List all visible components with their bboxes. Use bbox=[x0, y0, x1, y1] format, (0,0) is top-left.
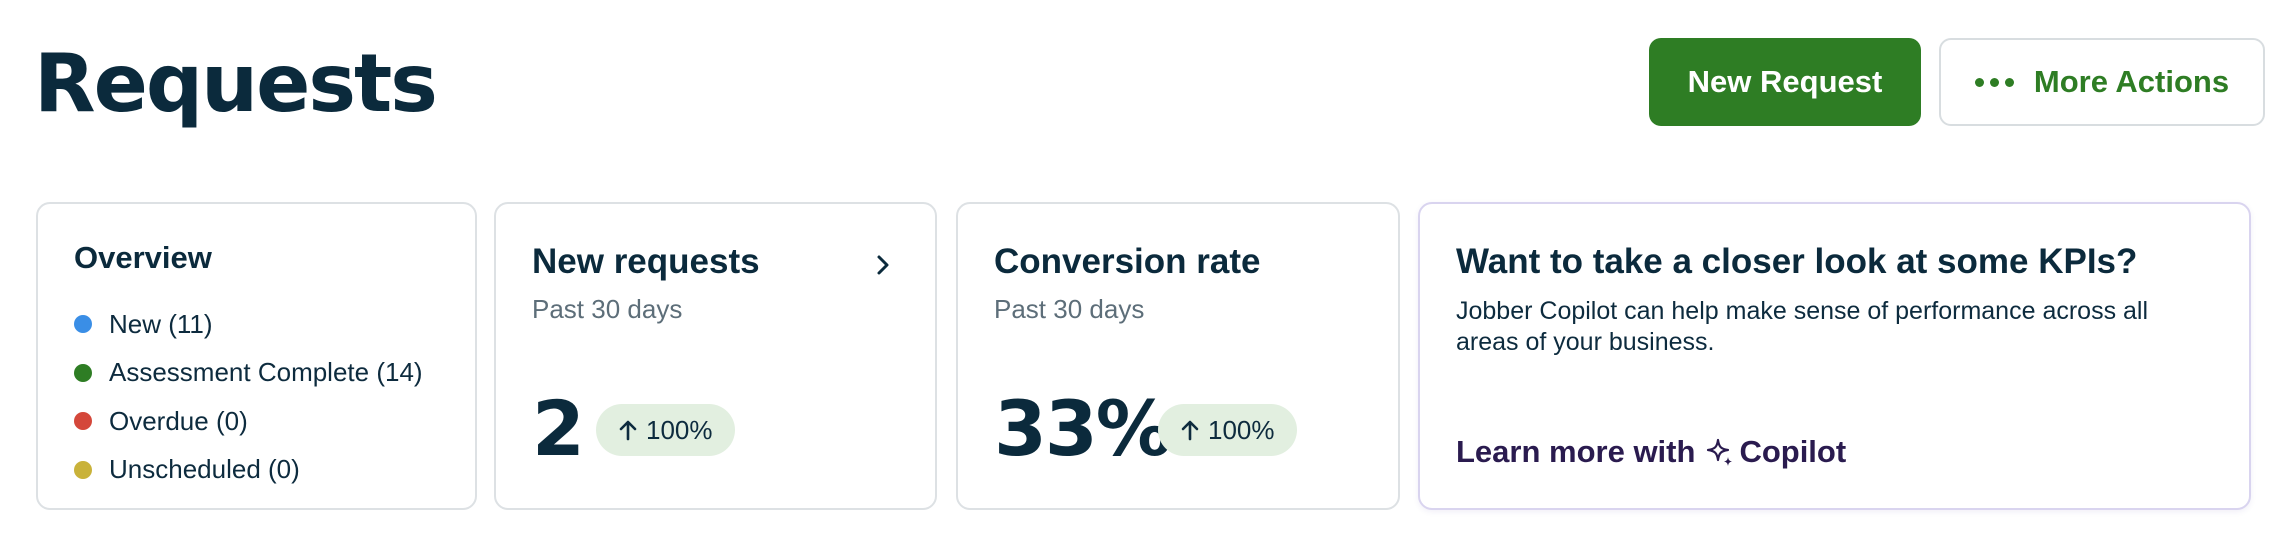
legend-item-new[interactable]: New (11) bbox=[74, 300, 423, 349]
conversion-rate-card: Conversion rate Past 30 days 33% 100% bbox=[956, 202, 1400, 510]
new-request-button[interactable]: New Request bbox=[1649, 38, 1921, 126]
status-dot-icon bbox=[74, 315, 92, 334]
trend-value: 100% bbox=[1208, 414, 1275, 445]
new-requests-title: New requests bbox=[532, 242, 760, 281]
trend-value: 100% bbox=[646, 414, 713, 445]
status-dot-icon bbox=[74, 363, 92, 382]
legend-label: New (11) bbox=[109, 308, 213, 339]
new-requests-value: 2 bbox=[532, 384, 585, 473]
more-dots-icon bbox=[1974, 77, 2014, 87]
overview-legend: New (11) Assessment Complete (14) Overdu… bbox=[74, 300, 423, 494]
chevron-right-icon[interactable] bbox=[871, 250, 895, 280]
kpi-promo-title: Want to take a closer look at some KPIs? bbox=[1456, 242, 2138, 281]
legend-item-unscheduled[interactable]: Unscheduled (0) bbox=[74, 446, 423, 495]
arrow-up-icon bbox=[1181, 420, 1199, 441]
sparkle-icon bbox=[1707, 438, 1733, 466]
kpi-promo-body: Jobber Copilot can help make sense of pe… bbox=[1456, 297, 2149, 356]
more-actions-label: More Actions bbox=[2033, 64, 2230, 99]
legend-label: Unscheduled (0) bbox=[109, 454, 300, 485]
conversion-rate-value: 33% bbox=[994, 384, 1172, 473]
trend-badge: 100% bbox=[1158, 404, 1297, 456]
overview-card: Overview New (11) Assessment Complete (1… bbox=[36, 202, 477, 510]
legend-item-overdue[interactable]: Overdue (0) bbox=[74, 397, 423, 446]
arrow-up-icon bbox=[619, 420, 637, 441]
copilot-brand: Copilot bbox=[1739, 434, 1847, 469]
legend-label: Overdue (0) bbox=[109, 405, 248, 436]
learn-more-copilot-link[interactable]: Learn more with Copilot bbox=[1456, 434, 1846, 470]
trend-badge: 100% bbox=[596, 404, 735, 456]
status-dot-icon bbox=[74, 412, 92, 431]
new-requests-card[interactable]: New requests Past 30 days 2 100% bbox=[494, 202, 937, 510]
new-requests-period: Past 30 days bbox=[532, 294, 683, 324]
page-title: Requests bbox=[34, 37, 438, 130]
conversion-rate-title: Conversion rate bbox=[994, 242, 1261, 281]
new-request-label: New Request bbox=[1687, 64, 1883, 99]
overview-title: Overview bbox=[74, 240, 212, 275]
conversion-rate-period: Past 30 days bbox=[994, 294, 1145, 324]
more-actions-button[interactable]: More Actions bbox=[1939, 38, 2265, 126]
legend-label: Assessment Complete (14) bbox=[109, 357, 423, 388]
learn-more-text: Learn more with bbox=[1456, 434, 1696, 469]
kpi-promo-card: Want to take a closer look at some KPIs?… bbox=[1418, 202, 2251, 510]
status-dot-icon bbox=[74, 460, 92, 479]
legend-item-assessment-complete[interactable]: Assessment Complete (14) bbox=[74, 349, 423, 398]
